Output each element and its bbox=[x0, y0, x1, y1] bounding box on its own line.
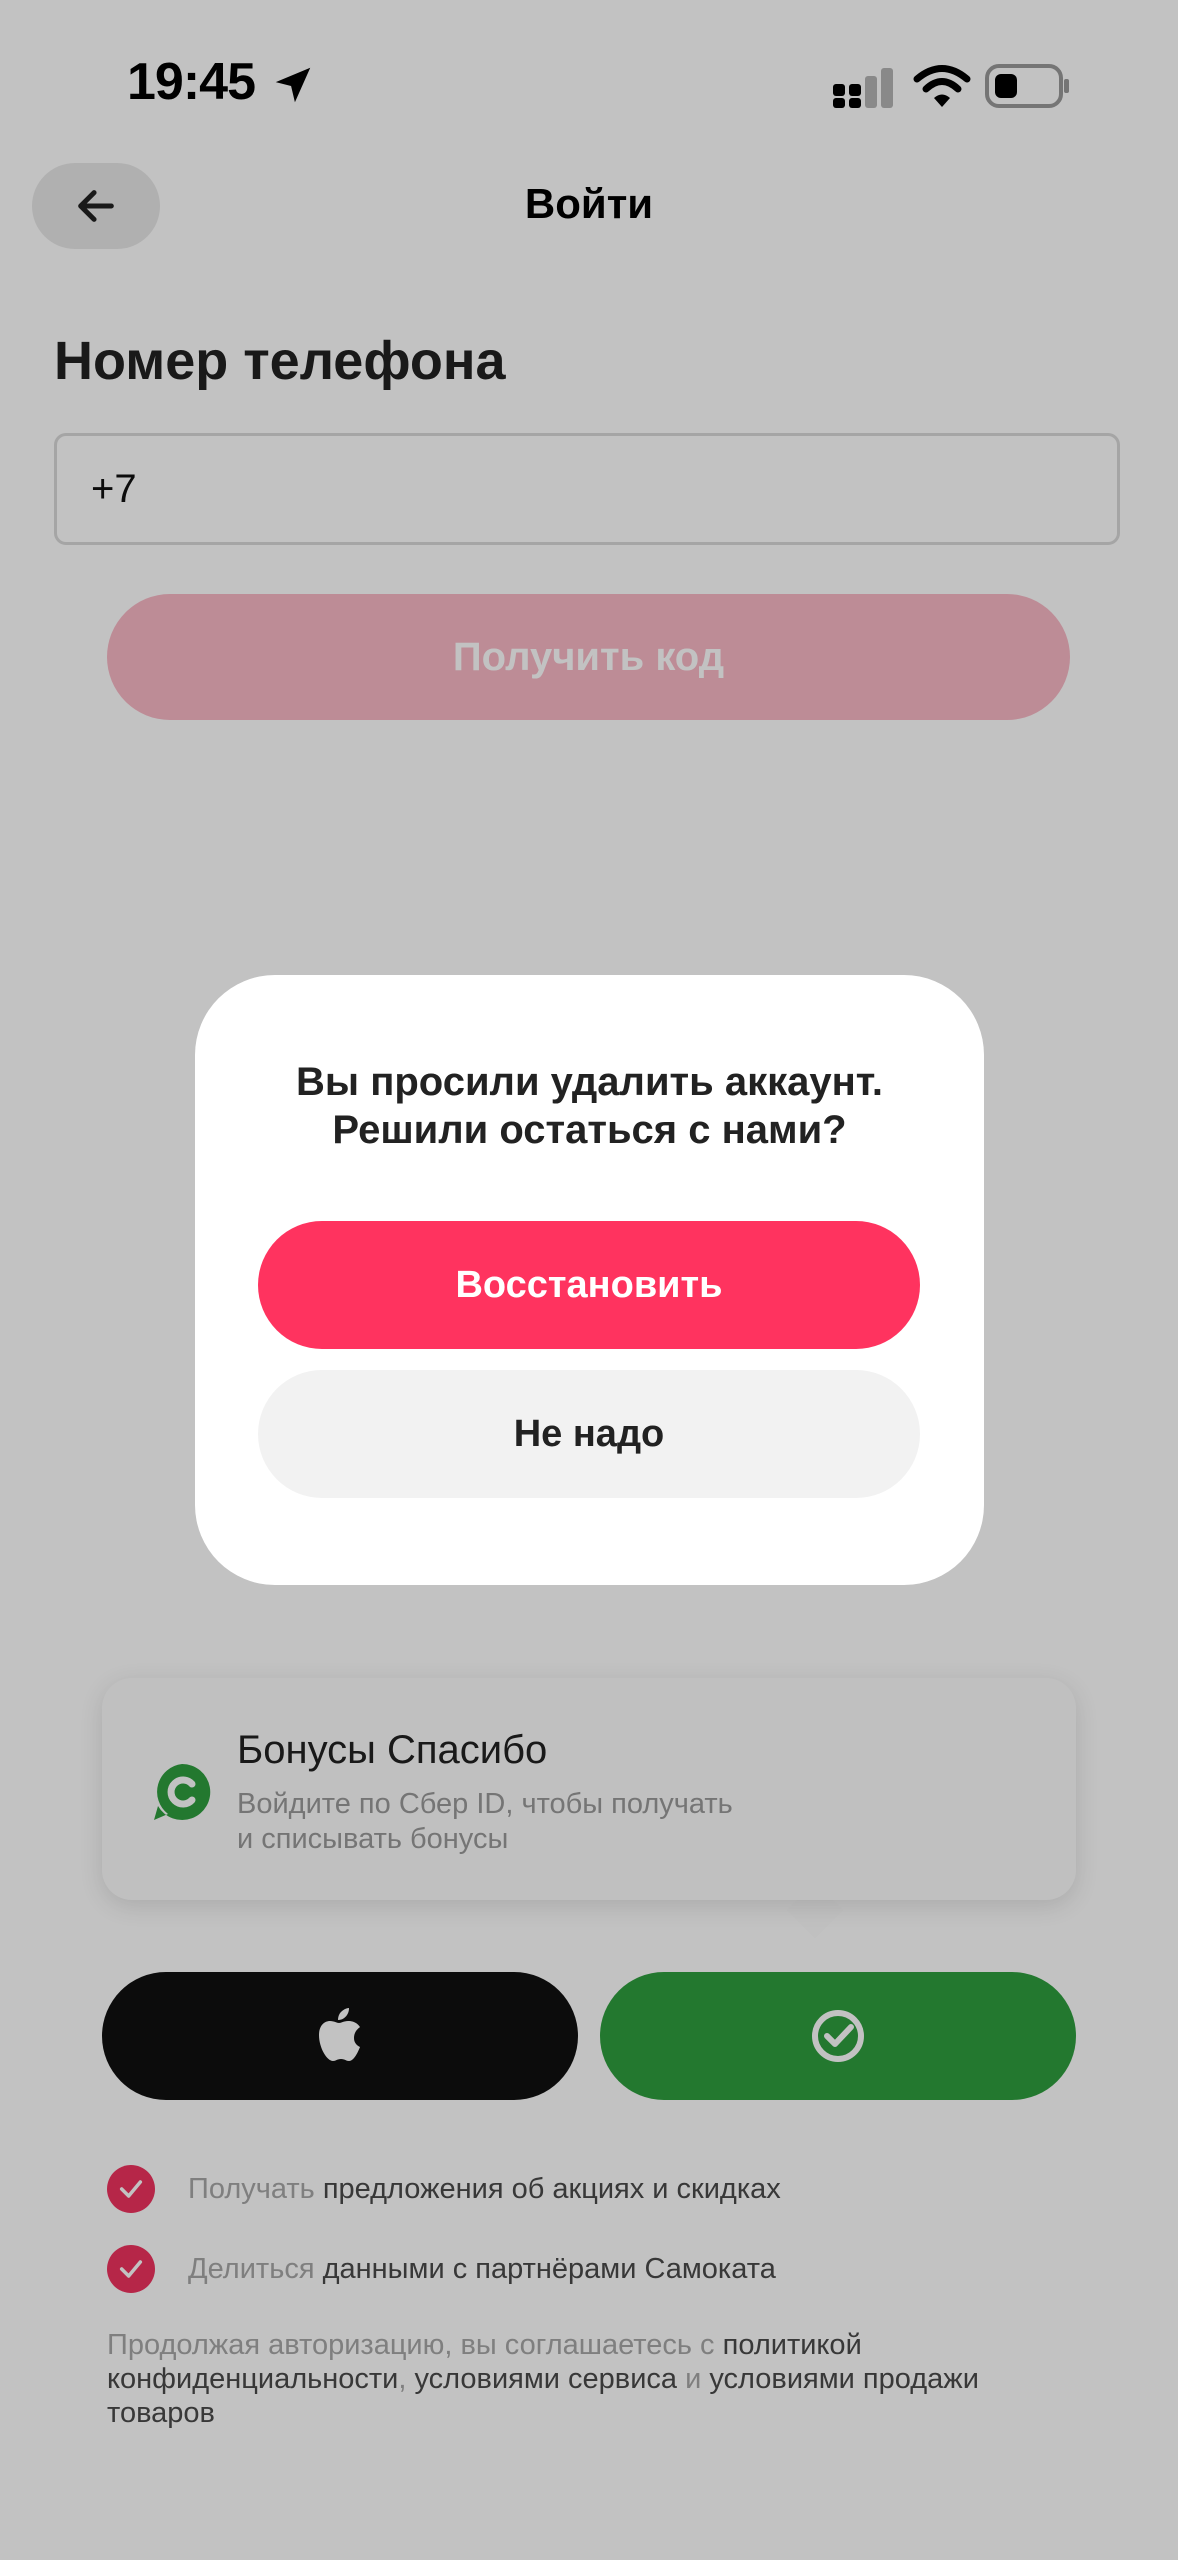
dialog-message-line2: Решили остаться с нами? bbox=[332, 1108, 847, 1152]
decline-button[interactable]: Не надо bbox=[258, 1370, 920, 1498]
dialog-message-line1: Вы просили удалить аккаунт. bbox=[296, 1060, 883, 1104]
restore-button[interactable]: Восстановить bbox=[258, 1221, 920, 1349]
dialog-message: Вы просили удалить аккаунт. Решили остат… bbox=[195, 1058, 984, 1154]
